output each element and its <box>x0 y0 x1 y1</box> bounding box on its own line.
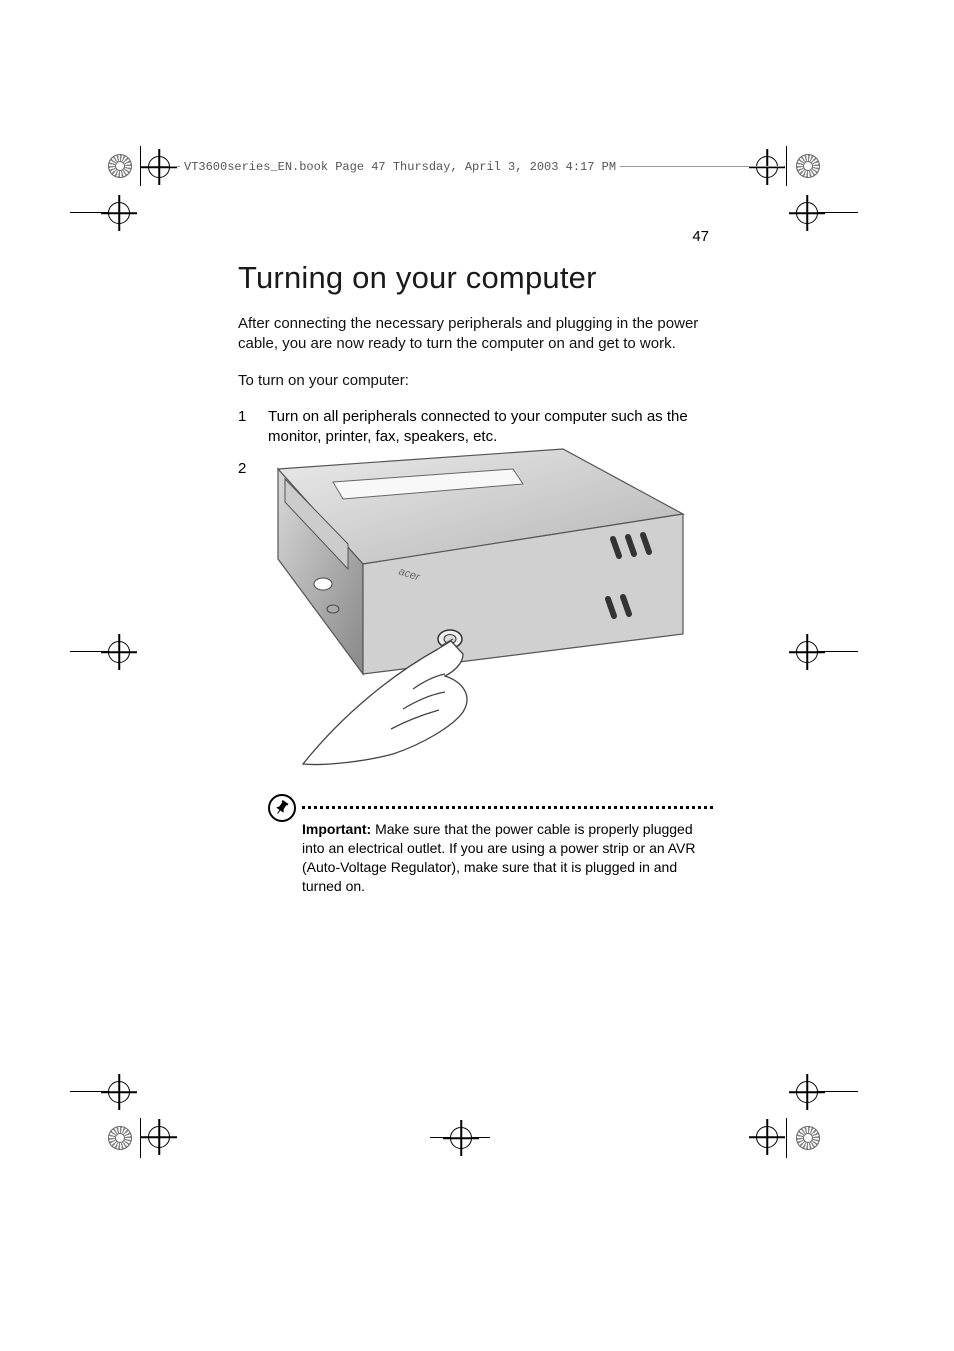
crop-line <box>140 1118 141 1158</box>
pin-icon <box>268 794 296 822</box>
step-item: 1 Turn on all peripherals connected to y… <box>238 407 716 448</box>
crop-line <box>786 146 787 186</box>
computer-power-button-illustration: acer <box>263 444 697 774</box>
page-title: Turning on your computer <box>238 260 716 296</box>
crosshair-icon <box>108 202 130 224</box>
registration-mark-icon <box>796 1126 820 1150</box>
crosshair-icon <box>108 1081 130 1103</box>
callout-text: Important: Make sure that the power cabl… <box>302 820 703 896</box>
callout-label: Important: <box>302 821 371 837</box>
registration-mark-icon <box>796 154 820 178</box>
crosshair-icon <box>148 156 170 178</box>
step-number: 1 <box>238 407 268 448</box>
header-crop-text: VT3600series_EN.book Page 47 Thursday, A… <box>180 160 620 174</box>
crosshair-icon <box>108 641 130 663</box>
crosshair-icon <box>148 1126 170 1148</box>
lead-paragraph: To turn on your computer: <box>238 371 716 391</box>
page-number: 47 <box>692 228 709 245</box>
crosshair-icon <box>796 1081 818 1103</box>
registration-mark-icon <box>108 1126 132 1150</box>
step-text: Turn on all peripherals connected to you… <box>268 407 716 448</box>
callout-separator <box>302 806 713 809</box>
crosshair-icon <box>796 202 818 224</box>
crosshair-icon <box>756 156 778 178</box>
crosshair-icon <box>756 1126 778 1148</box>
registration-mark-icon <box>108 154 132 178</box>
intro-paragraph: After connecting the necessary periphera… <box>238 314 716 355</box>
crosshair-icon <box>450 1127 472 1149</box>
crosshair-icon <box>796 641 818 663</box>
crop-line <box>786 1118 787 1158</box>
